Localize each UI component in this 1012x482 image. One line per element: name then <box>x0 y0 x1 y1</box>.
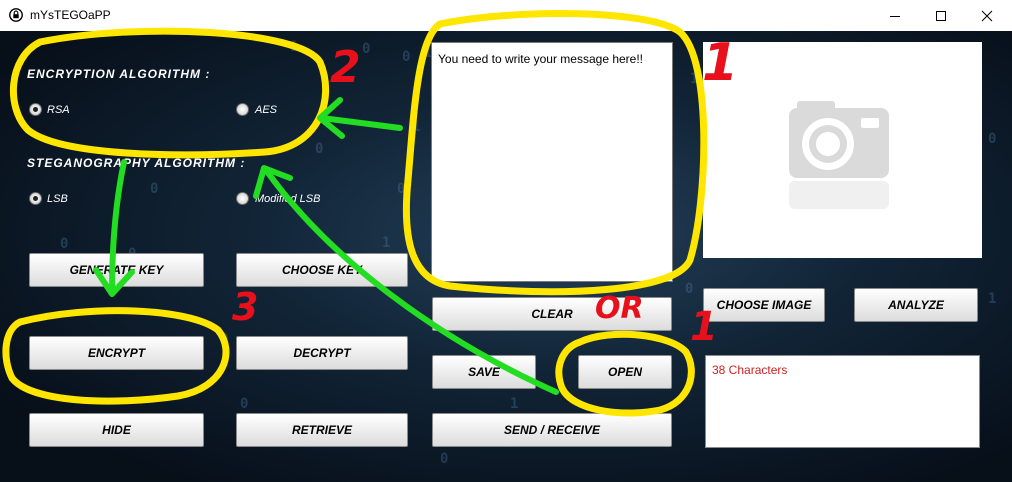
background-digit: 0 <box>150 181 159 197</box>
window-title: mYsTEGOaPP <box>30 8 111 22</box>
minimize-icon <box>890 15 900 17</box>
background-digit: 0 <box>60 236 69 252</box>
choose-key-button[interactable]: CHOOSE KEY <box>236 253 408 287</box>
analyze-button[interactable]: ANALYZE <box>854 288 978 322</box>
maximize-icon <box>936 10 946 21</box>
message-textarea[interactable]: You need to write your message here!! <box>431 42 673 282</box>
background-digit: 1 <box>988 291 997 307</box>
send-receive-button[interactable]: SEND / RECEIVE <box>432 413 672 447</box>
lsb-radio-label: LSB <box>47 193 68 205</box>
modified-lsb-radio[interactable] <box>236 192 249 205</box>
background-digit: 0 <box>440 451 449 467</box>
choose-image-button[interactable]: CHOOSE IMAGE <box>703 288 825 322</box>
background-digit: 0 <box>402 49 411 65</box>
open-button[interactable]: OPEN <box>578 355 672 389</box>
minimize-button[interactable] <box>872 0 918 31</box>
background-digit: 1 <box>412 119 421 135</box>
main-panel: 0 1 1 0 1 0 1 0 0 0 0 0 0 1 0 0 1 0 1 EN… <box>0 31 1012 482</box>
aes-radio[interactable] <box>236 103 249 116</box>
background-digit: 1 <box>690 71 699 87</box>
background-digit: 0 <box>315 141 324 157</box>
lsb-radio[interactable] <box>29 192 42 205</box>
background-digit: 0 <box>685 281 694 297</box>
title-bar: mYsTEGOaPP <box>0 0 1012 31</box>
save-button[interactable]: SAVE <box>432 355 536 389</box>
background-digit: 0 <box>988 131 997 147</box>
background-digit: 0 <box>397 181 406 197</box>
rsa-radio[interactable] <box>29 103 42 116</box>
camera-placeholder-icon <box>789 101 889 209</box>
hide-button[interactable]: HIDE <box>29 413 204 447</box>
encryption-algorithm-label: ENCRYPTION ALGORITHM : <box>27 67 211 81</box>
character-count-box: 38 Characters <box>705 355 980 448</box>
generate-key-button[interactable]: GENERATE KEY <box>29 253 204 287</box>
aes-radio-label: AES <box>255 104 278 116</box>
close-button[interactable] <box>964 0 1010 31</box>
background-digit: 0 <box>362 41 371 57</box>
clear-button[interactable]: CLEAR <box>432 297 672 331</box>
background-digit: 0 <box>220 331 229 347</box>
background-digit: 1 <box>510 396 519 412</box>
maximize-button[interactable] <box>918 0 964 31</box>
close-icon <box>981 10 993 21</box>
retrieve-button[interactable]: RETRIEVE <box>236 413 408 447</box>
background-digit: 1 <box>382 235 391 251</box>
image-preview <box>703 42 982 258</box>
steganography-algorithm-label: STEGANOGRAPHY ALGORITHM : <box>27 156 246 170</box>
background-digit: 1 <box>290 39 299 55</box>
decrypt-button[interactable]: DECRYPT <box>236 336 408 370</box>
modified-lsb-radio-label: Modified LSB <box>255 193 321 205</box>
background-digit: 0 <box>240 396 249 412</box>
rsa-radio-label: RSA <box>47 104 70 116</box>
encrypt-button[interactable]: ENCRYPT <box>29 336 204 370</box>
app-lock-icon <box>9 8 23 22</box>
